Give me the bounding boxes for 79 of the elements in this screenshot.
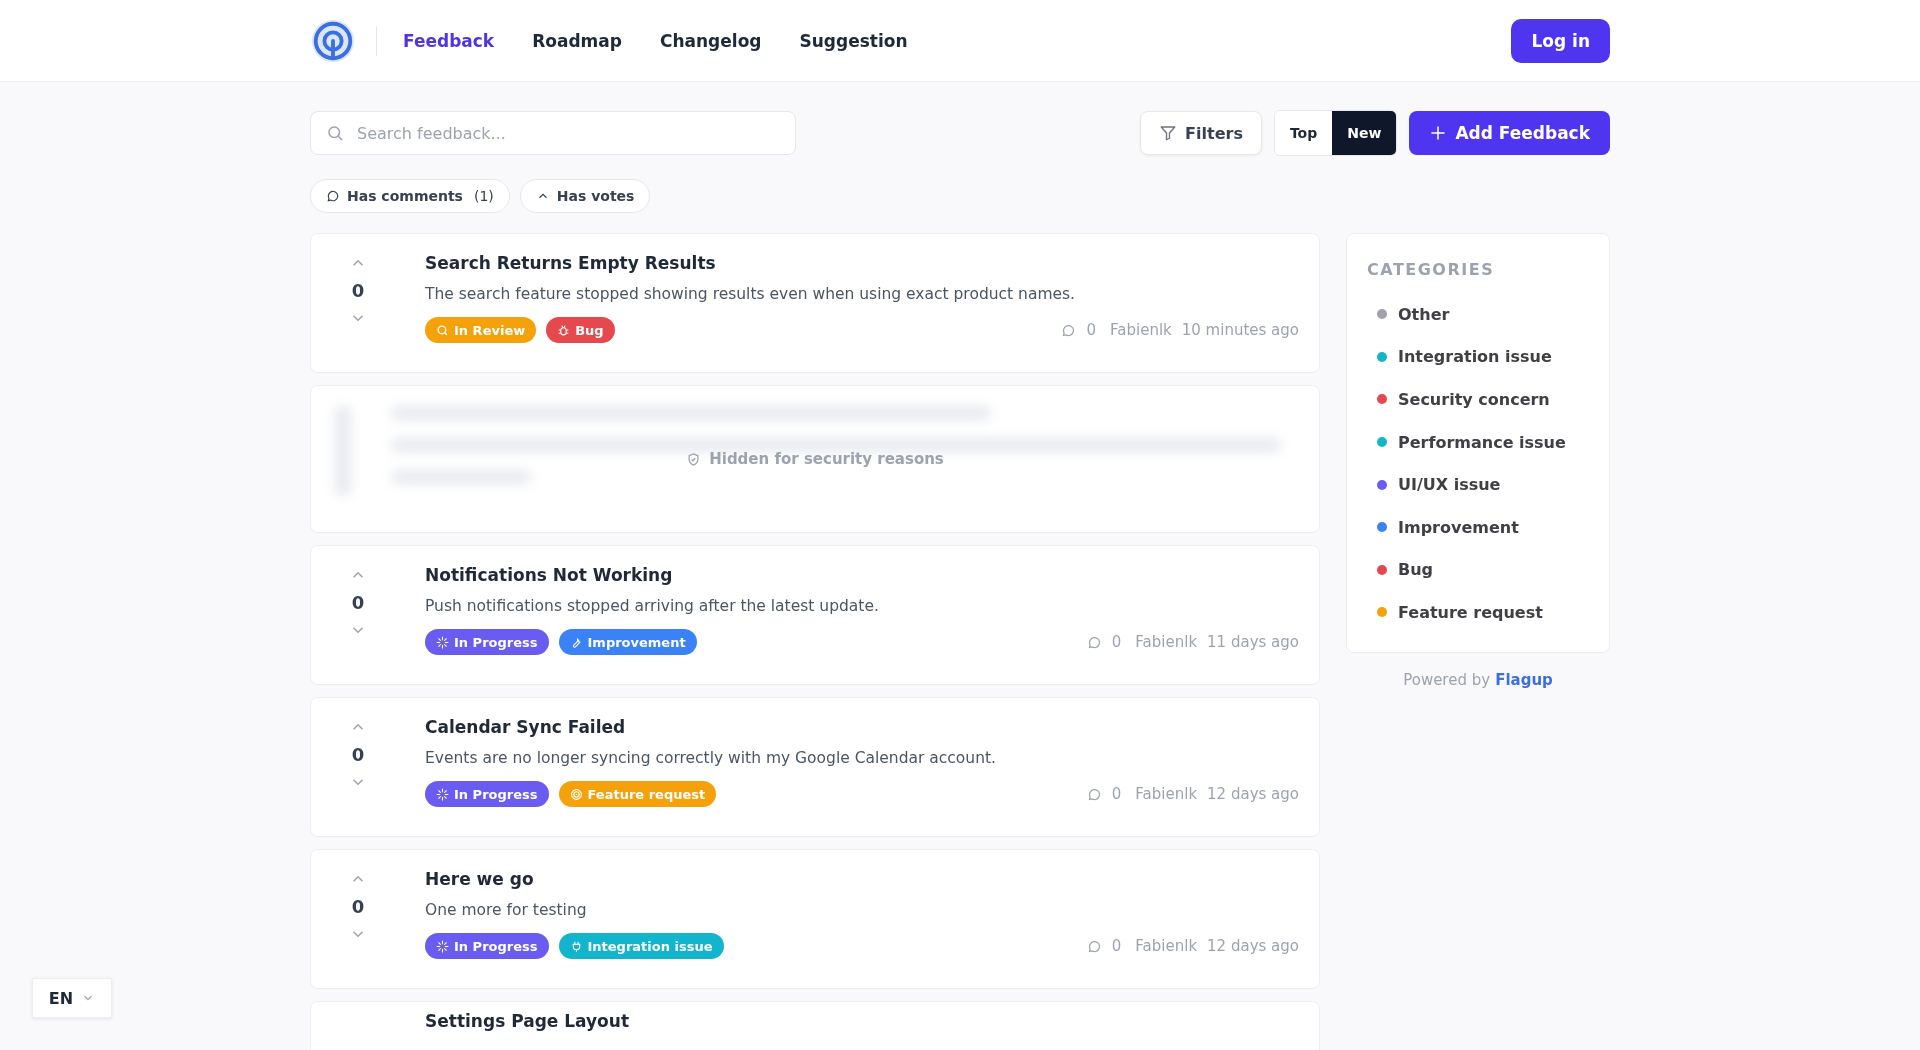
category-item[interactable]: Other	[1367, 293, 1589, 336]
feedback-title: Calendar Sync Failed	[425, 716, 627, 738]
tag-badge: Improvement	[558, 629, 697, 655]
tag-badge: Feature request	[558, 781, 717, 807]
filter-chip[interactable]: Has votes	[519, 179, 651, 213]
vote-count: 0	[351, 744, 365, 765]
comment-icon	[326, 189, 340, 203]
logo-icon[interactable]	[310, 17, 356, 64]
tag-badge: In Progress	[425, 629, 549, 655]
post-time: 12 days ago	[1207, 785, 1299, 803]
tag-badge: Integration issue	[558, 933, 724, 959]
category-item[interactable]: Security concern	[1367, 378, 1589, 421]
powered-by-text: Powered by	[1403, 671, 1491, 689]
categories-heading: CATEGORIES	[1367, 260, 1496, 279]
comment-count: 0	[1111, 785, 1122, 803]
comment-count: 0	[1111, 937, 1122, 955]
author-name: Fabienlk	[1135, 633, 1198, 651]
nav-link[interactable]: Suggestion	[799, 30, 908, 51]
post-time: 12 days ago	[1207, 937, 1299, 955]
nav-link[interactable]: Feedback	[403, 30, 495, 51]
login-button[interactable]: Log in	[1511, 18, 1610, 63]
filter-chip[interactable]: Has comments (1)	[310, 179, 510, 213]
feedback-description: The search feature stopped showing results even when using exact product names.	[425, 284, 1077, 305]
spinner-icon	[436, 787, 449, 801]
tag-badge: In Progress	[425, 781, 549, 807]
feedback-card[interactable]: Settings Page Layout	[310, 1001, 1320, 1050]
nav-link[interactable]: Changelog	[659, 30, 762, 51]
category-item[interactable]: Improvement	[1367, 505, 1589, 549]
feedback-card[interactable]: 0 Search Returns Empty Results The search feature stopped showing results even when using exact product names. In Review Bug 0 Fabienlk 10 minutes ago	[310, 233, 1320, 373]
author-name: Fabienlk	[1135, 937, 1198, 955]
search-icon	[326, 124, 344, 142]
plus-icon	[1429, 124, 1448, 142]
bug-icon	[557, 323, 571, 337]
sort-tab[interactable]: New	[1332, 111, 1397, 155]
comment-icon	[1086, 634, 1102, 650]
language-selector[interactable]: EN	[32, 978, 112, 1018]
feedback-card[interactable]: 0 Here we go One more for testing In Progress Integration issue 0 Fabienlk 12 days ago	[310, 849, 1320, 989]
category-item[interactable]: Feature request	[1367, 591, 1589, 634]
comment-count: 0	[1111, 633, 1122, 651]
target-icon	[569, 787, 583, 801]
author-name: Fabienlk	[1135, 785, 1198, 803]
search-field[interactable]: Search feedback...	[310, 111, 796, 155]
sort-tab[interactable]: Top	[1274, 111, 1333, 155]
spinner-icon	[436, 635, 449, 649]
category-item[interactable]: UI/UX issue	[1367, 463, 1589, 506]
author-name: Fabienlk	[1110, 321, 1172, 339]
feedback-title: Settings Page Layout	[425, 1010, 630, 1033]
comment-count: 0	[1086, 321, 1097, 339]
filters-button[interactable]: Filters	[1140, 111, 1262, 155]
shield-icon	[686, 451, 702, 467]
tag-badge: Bug	[546, 317, 615, 343]
comment-icon	[1061, 322, 1077, 338]
feedback-title: Notifications Not Working	[425, 564, 674, 586]
vote-count: 0	[351, 592, 365, 613]
flagup-link[interactable]: Flagup	[1495, 671, 1553, 689]
filter-icon	[1159, 124, 1178, 142]
category-item[interactable]: Bug	[1367, 548, 1589, 592]
comment-icon	[1086, 938, 1102, 954]
feedback-title: Search Returns Empty Results	[425, 252, 717, 274]
post-time: 11 days ago	[1207, 633, 1299, 651]
search-icon	[436, 323, 449, 337]
category-item[interactable]: Integration issue	[1367, 335, 1589, 379]
vote-count: 0	[351, 896, 365, 917]
comment-icon	[1086, 786, 1102, 802]
post-time: 10 minutes ago	[1181, 321, 1299, 339]
feedback-card[interactable]: 0 Calendar Sync Failed Events are no longer syncing correctly with my Google Calendar account. In Progress Feature request 0 Fabienlk 12 days ago	[310, 697, 1320, 837]
feedback-title: Here we go	[425, 868, 535, 890]
vote-count: 0	[351, 280, 365, 301]
category-item[interactable]: Performance issue	[1367, 420, 1589, 464]
feedback-description: Push notifications stopped arriving after the latest update.	[425, 596, 880, 617]
nav-link[interactable]: Roadmap	[532, 30, 622, 51]
feedback-description: Events are no longer syncing correctly with my Google Calendar account.	[425, 748, 997, 769]
add-feedback-button[interactable]: Add Feedback	[1409, 111, 1610, 155]
hidden-message: Hidden for security reasons	[709, 450, 944, 468]
spinner-icon	[436, 939, 449, 953]
feedback-description: One more for testing	[425, 900, 588, 921]
tag-badge: In Review	[425, 317, 537, 343]
feedback-card[interactable]: 0 Notifications Not Working Push notifications stopped arriving after the latest update. In Progress Improvement 0 Fabienlk 11 days ago	[310, 545, 1320, 685]
tag-badge: In Progress	[425, 933, 549, 959]
